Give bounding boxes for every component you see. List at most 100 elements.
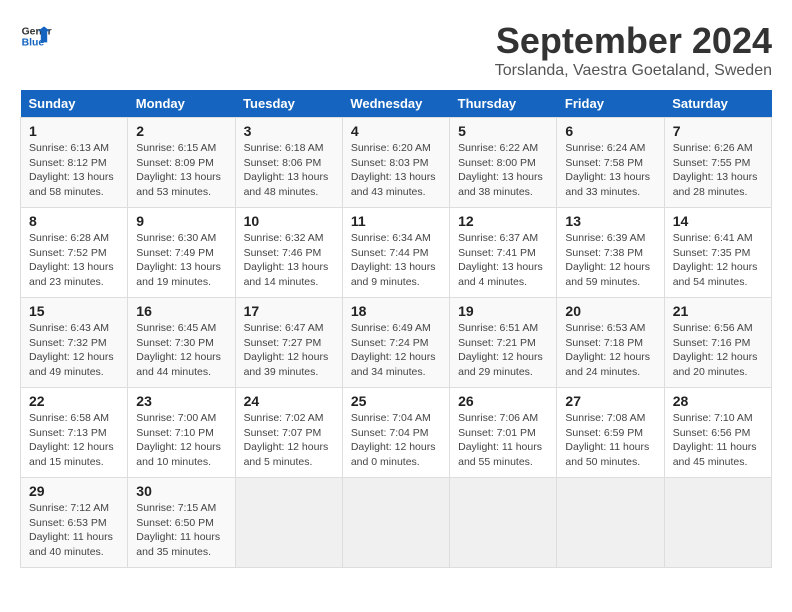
- calendar-day-23: 23 Sunrise: 7:00 AMSunset: 7:10 PMDayligh…: [128, 388, 235, 478]
- day-info: Sunrise: 7:00 AMSunset: 7:10 PMDaylight:…: [136, 412, 221, 468]
- day-number: 29: [29, 483, 119, 499]
- day-number: 1: [29, 123, 119, 139]
- day-number: 16: [136, 303, 226, 319]
- day-info: Sunrise: 6:20 AMSunset: 8:03 PMDaylight:…: [351, 142, 436, 198]
- day-info: Sunrise: 6:30 AMSunset: 7:49 PMDaylight:…: [136, 232, 221, 288]
- svg-text:General: General: [22, 26, 52, 37]
- title-block: September 2024 Torslanda, Vaestra Goetal…: [495, 20, 772, 80]
- calendar-day-9: 9Sunrise: 6:30 AMSunset: 7:49 PMDaylight…: [128, 208, 235, 298]
- day-number: 2: [136, 123, 226, 139]
- day-number: 8: [29, 213, 119, 229]
- calendar-day-4: 4 Sunrise: 6:20 AMSunset: 8:03 PMDaylight…: [342, 118, 449, 208]
- day-number: 10: [244, 213, 334, 229]
- day-number: 13: [565, 213, 655, 229]
- location-subtitle: Torslanda, Vaestra Goetaland, Sweden: [495, 62, 772, 80]
- day-info: Sunrise: 6:49 AMSunset: 7:24 PMDaylight:…: [351, 322, 436, 378]
- calendar-week-4: 22 Sunrise: 6:58 AMSunset: 7:13 PMDayligh…: [21, 388, 772, 478]
- calendar-day-27: 27 Sunrise: 7:08 AMSunset: 6:59 PMDayligh…: [557, 388, 664, 478]
- day-info: Sunrise: 6:32 AMSunset: 7:46 PMDaylight:…: [244, 232, 329, 288]
- day-number: 4: [351, 123, 441, 139]
- calendar-day-11: 11Sunrise: 6:34 AMSunset: 7:44 PMDayligh…: [342, 208, 449, 298]
- day-info: Sunrise: 6:43 AMSunset: 7:32 PMDaylight:…: [29, 322, 114, 378]
- day-info: Sunrise: 7:10 AMSunset: 6:56 PMDaylight:…: [673, 412, 757, 468]
- calendar-table: SundayMondayTuesdayWednesdayThursdayFrid…: [20, 90, 772, 568]
- page-header: General Blue September 2024 Torslanda, V…: [20, 20, 772, 80]
- empty-day: [235, 478, 342, 568]
- day-number: 14: [673, 213, 763, 229]
- day-info: Sunrise: 7:02 AMSunset: 7:07 PMDaylight:…: [244, 412, 329, 468]
- logo: General Blue: [20, 20, 52, 52]
- calendar-week-3: 15 Sunrise: 6:43 AMSunset: 7:32 PMDayligh…: [21, 298, 772, 388]
- calendar-week-5: 29 Sunrise: 7:12 AMSunset: 6:53 PMDayligh…: [21, 478, 772, 568]
- day-info: Sunrise: 6:24 AMSunset: 7:58 PMDaylight:…: [565, 142, 650, 198]
- day-info: Sunrise: 6:18 AMSunset: 8:06 PMDaylight:…: [244, 142, 329, 198]
- day-number: 24: [244, 393, 334, 409]
- day-info: Sunrise: 6:53 AMSunset: 7:18 PMDaylight:…: [565, 322, 650, 378]
- calendar-day-28: 28 Sunrise: 7:10 AMSunset: 6:56 PMDayligh…: [664, 388, 771, 478]
- calendar-week-2: 8 Sunrise: 6:28 AMSunset: 7:52 PMDaylight…: [21, 208, 772, 298]
- day-number: 20: [565, 303, 655, 319]
- calendar-header-row: SundayMondayTuesdayWednesdayThursdayFrid…: [21, 90, 772, 118]
- day-number: 17: [244, 303, 334, 319]
- calendar-day-8: 8 Sunrise: 6:28 AMSunset: 7:52 PMDaylight…: [21, 208, 128, 298]
- col-header-tuesday: Tuesday: [235, 90, 342, 118]
- day-number: 6: [565, 123, 655, 139]
- calendar-day-22: 22 Sunrise: 6:58 AMSunset: 7:13 PMDayligh…: [21, 388, 128, 478]
- calendar-day-20: 20 Sunrise: 6:53 AMSunset: 7:18 PMDayligh…: [557, 298, 664, 388]
- day-info: Sunrise: 7:15 AMSunset: 6:50 PMDaylight:…: [136, 502, 220, 558]
- day-info: Sunrise: 6:22 AMSunset: 8:00 PMDaylight:…: [458, 142, 543, 198]
- empty-day: [450, 478, 557, 568]
- col-header-friday: Friday: [557, 90, 664, 118]
- day-number: 5: [458, 123, 548, 139]
- calendar-day-3: 3 Sunrise: 6:18 AMSunset: 8:06 PMDaylight…: [235, 118, 342, 208]
- logo-icon: General Blue: [20, 20, 52, 52]
- calendar-day-14: 14Sunrise: 6:41 AMSunset: 7:35 PMDayligh…: [664, 208, 771, 298]
- day-number: 7: [673, 123, 763, 139]
- day-number: 26: [458, 393, 548, 409]
- col-header-wednesday: Wednesday: [342, 90, 449, 118]
- day-number: 12: [458, 213, 548, 229]
- day-number: 23: [136, 393, 226, 409]
- day-number: 21: [673, 303, 763, 319]
- day-number: 11: [351, 213, 441, 229]
- day-info: Sunrise: 7:04 AMSunset: 7:04 PMDaylight:…: [351, 412, 436, 468]
- day-info: Sunrise: 6:58 AMSunset: 7:13 PMDaylight:…: [29, 412, 114, 468]
- day-info: Sunrise: 6:26 AMSunset: 7:55 PMDaylight:…: [673, 142, 758, 198]
- day-info: Sunrise: 7:08 AMSunset: 6:59 PMDaylight:…: [565, 412, 649, 468]
- calendar-day-19: 19 Sunrise: 6:51 AMSunset: 7:21 PMDayligh…: [450, 298, 557, 388]
- empty-day: [342, 478, 449, 568]
- day-number: 28: [673, 393, 763, 409]
- day-number: 22: [29, 393, 119, 409]
- day-number: 19: [458, 303, 548, 319]
- col-header-monday: Monday: [128, 90, 235, 118]
- calendar-day-7: 7 Sunrise: 6:26 AMSunset: 7:55 PMDaylight…: [664, 118, 771, 208]
- day-info: Sunrise: 6:13 AMSunset: 8:12 PMDaylight:…: [29, 142, 114, 198]
- day-info: Sunrise: 6:56 AMSunset: 7:16 PMDaylight:…: [673, 322, 758, 378]
- day-number: 3: [244, 123, 334, 139]
- day-number: 15: [29, 303, 119, 319]
- col-header-saturday: Saturday: [664, 90, 771, 118]
- calendar-day-17: 17 Sunrise: 6:47 AMSunset: 7:27 PMDayligh…: [235, 298, 342, 388]
- day-info: Sunrise: 6:28 AMSunset: 7:52 PMDaylight:…: [29, 232, 114, 288]
- col-header-thursday: Thursday: [450, 90, 557, 118]
- day-number: 27: [565, 393, 655, 409]
- empty-day: [557, 478, 664, 568]
- month-year-title: September 2024: [495, 20, 772, 62]
- day-info: Sunrise: 6:47 AMSunset: 7:27 PMDaylight:…: [244, 322, 329, 378]
- calendar-day-5: 5 Sunrise: 6:22 AMSunset: 8:00 PMDaylight…: [450, 118, 557, 208]
- calendar-day-18: 18 Sunrise: 6:49 AMSunset: 7:24 PMDayligh…: [342, 298, 449, 388]
- day-info: Sunrise: 6:37 AMSunset: 7:41 PMDaylight:…: [458, 232, 543, 288]
- day-number: 18: [351, 303, 441, 319]
- calendar-day-24: 24 Sunrise: 7:02 AMSunset: 7:07 PMDayligh…: [235, 388, 342, 478]
- calendar-week-1: 1 Sunrise: 6:13 AMSunset: 8:12 PMDaylight…: [21, 118, 772, 208]
- calendar-day-16: 16 Sunrise: 6:45 AMSunset: 7:30 PMDayligh…: [128, 298, 235, 388]
- calendar-day-2: 2Sunrise: 6:15 AMSunset: 8:09 PMDaylight…: [128, 118, 235, 208]
- day-info: Sunrise: 6:51 AMSunset: 7:21 PMDaylight:…: [458, 322, 543, 378]
- calendar-day-10: 10 Sunrise: 6:32 AMSunset: 7:46 PMDayligh…: [235, 208, 342, 298]
- day-info: Sunrise: 6:45 AMSunset: 7:30 PMDaylight:…: [136, 322, 221, 378]
- calendar-day-13: 13 Sunrise: 6:39 AMSunset: 7:38 PMDayligh…: [557, 208, 664, 298]
- day-info: Sunrise: 7:12 AMSunset: 6:53 PMDaylight:…: [29, 502, 113, 558]
- day-number: 25: [351, 393, 441, 409]
- day-info: Sunrise: 6:39 AMSunset: 7:38 PMDaylight:…: [565, 232, 650, 288]
- day-number: 30: [136, 483, 226, 499]
